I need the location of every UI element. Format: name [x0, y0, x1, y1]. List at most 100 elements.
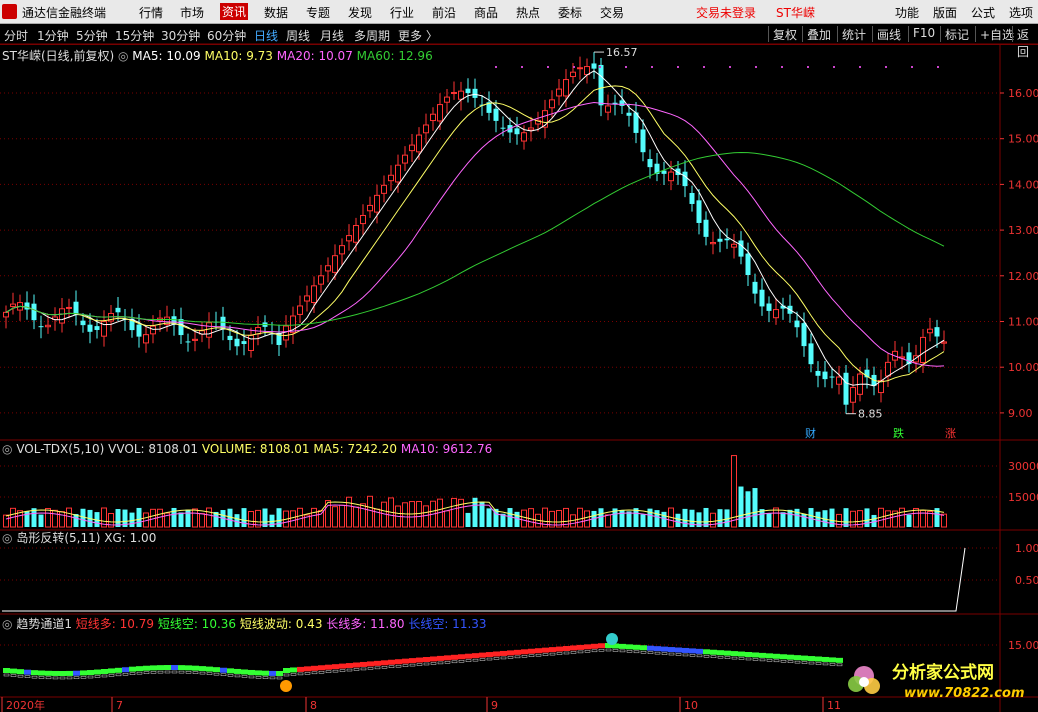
- trend-block-113: [794, 655, 801, 661]
- candle-body-20: [143, 334, 149, 344]
- vol-bar-28: [199, 513, 205, 528]
- trend-outline-36: [255, 676, 262, 679]
- trend-outline-39: [276, 676, 283, 680]
- trend-block-18: [129, 666, 136, 672]
- trend-outline-1: [10, 674, 17, 677]
- trend-outline-34: [241, 675, 248, 678]
- candle-body-62: [437, 104, 443, 122]
- candle-body-85: [598, 64, 604, 106]
- candle-body-5: [38, 326, 44, 328]
- vol-bar-129: [906, 514, 912, 527]
- top-dot-1: [521, 66, 523, 68]
- top-dot-4: [599, 66, 601, 68]
- candle-body-3: [24, 302, 30, 310]
- trend-outline-104: [731, 656, 738, 660]
- vol-bar-63: [444, 510, 450, 528]
- price-y-label-2: 14.00: [1008, 178, 1038, 191]
- trend-block-17: [122, 667, 129, 673]
- trend-block-19: [136, 666, 143, 672]
- trend-outline-83: [584, 650, 591, 653]
- candle-body-109: [766, 303, 772, 311]
- trend-block-27: [192, 665, 199, 671]
- trend-outline-8: [59, 676, 66, 680]
- trend-block-100: [703, 649, 710, 655]
- event-marker-0: 财: [805, 426, 816, 440]
- x-label-2: 8: [310, 699, 317, 712]
- trend-outline-101: [710, 655, 717, 658]
- trend-outline-65: [458, 660, 465, 663]
- trend-block-83: [584, 644, 591, 650]
- candle-body-40: [283, 325, 289, 341]
- trend-block-98: [689, 648, 696, 654]
- candle-body-105: [738, 240, 744, 257]
- trend-block-39: [276, 670, 283, 676]
- candle-body-46: [325, 265, 331, 272]
- trend-outline-85: [598, 649, 605, 652]
- vol-bar-111: [780, 512, 786, 527]
- stock-chart[interactable]: 16.57 8.85 财 跌 涨 16.00 15.00 14.00 13.00 12.00 11…: [0, 0, 1038, 712]
- settings-icon[interactable]: ◎: [118, 49, 128, 63]
- vol-bar-29: [206, 507, 212, 528]
- trend-block-26: [185, 665, 192, 671]
- vol-bar-33: [234, 514, 240, 527]
- top-dot-14: [859, 66, 861, 68]
- trend-short-wave: 短线波动: 0.43: [239, 617, 323, 631]
- candle-body-48: [339, 245, 345, 255]
- trend-outline-43: [304, 672, 311, 675]
- trend-block-43: [304, 666, 311, 672]
- trend-outline-114: [801, 661, 808, 664]
- island-y-label-0: 1.00: [1015, 542, 1038, 555]
- candle-body-119: [836, 376, 842, 385]
- trend-outline-26: [185, 671, 192, 674]
- trend-outline-68: [479, 658, 486, 661]
- trend-outline-2: [17, 674, 24, 678]
- trend-outline-11: [80, 676, 87, 679]
- vol-settings-icon[interactable]: ◎: [2, 442, 12, 456]
- vol-bar-92: [647, 508, 653, 527]
- trend-block-50: [353, 662, 360, 668]
- trend-outline-96: [675, 653, 682, 656]
- trend-block-52: [367, 661, 374, 667]
- x-label-4: 10: [684, 699, 698, 712]
- vol-bar-73: [514, 511, 520, 527]
- volume-panel-header: ◎ VOL-TDX(5,10) VVOL: 8108.01 VOLUME: 81…: [2, 442, 492, 456]
- trend-short-long: 短线多: 10.79: [75, 617, 154, 631]
- trend-block-111: [780, 654, 787, 660]
- trend-block-79: [556, 646, 563, 652]
- trend-outline-0: [3, 673, 10, 677]
- trend-outline-12: [87, 675, 94, 679]
- trend-settings-icon[interactable]: ◎: [2, 617, 12, 631]
- trend-outline-94: [661, 652, 668, 655]
- trend-block-91: [640, 645, 647, 651]
- trend-block-117: [822, 656, 829, 662]
- vol-bar-41: [290, 510, 296, 528]
- trend-outline-49: [346, 668, 353, 672]
- high-marker-label: 16.57: [606, 46, 638, 59]
- trend-outline-100: [703, 655, 710, 658]
- candle-body-51: [360, 214, 366, 225]
- vol-bar-22: [157, 508, 163, 528]
- trend-block-9: [66, 670, 73, 676]
- trend-outline-45: [318, 671, 325, 674]
- vol-bar-112: [787, 509, 793, 527]
- trend-outline-14: [101, 674, 108, 678]
- trend-outline-6: [45, 676, 52, 680]
- trend-block-110: [773, 653, 780, 659]
- top-dot-2: [547, 66, 549, 68]
- island-settings-icon[interactable]: ◎: [2, 531, 12, 545]
- vol-bar-134: [941, 513, 947, 528]
- trend-outline-73: [514, 655, 521, 659]
- price-y-label-3: 13.00: [1008, 224, 1038, 237]
- candle-body-75: [528, 127, 534, 131]
- candle-body-102: [717, 238, 723, 242]
- vol-bar-110: [773, 507, 779, 528]
- trend-outline-18: [129, 672, 136, 675]
- candle-body-32: [227, 335, 233, 341]
- top-dot-9: [729, 66, 731, 68]
- trend-block-1: [10, 668, 17, 674]
- vol-bar-64: [451, 497, 457, 528]
- trend-outline-116: [815, 662, 822, 665]
- candle-body-103: [724, 238, 730, 241]
- trend-long-short: 长线空: 11.33: [408, 617, 487, 631]
- trend-block-6: [45, 670, 52, 676]
